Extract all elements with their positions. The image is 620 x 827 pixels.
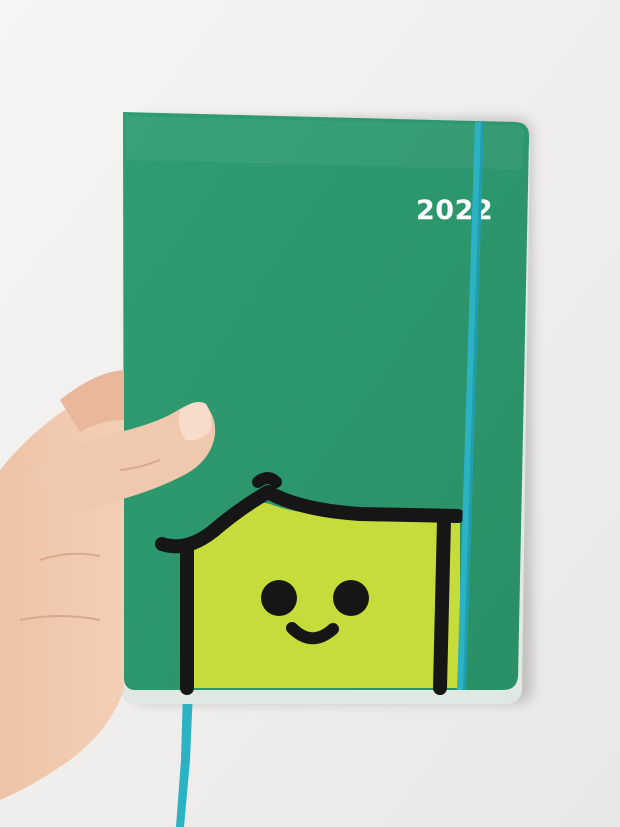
hand-thumbnail [178, 402, 212, 441]
character-right-eye [333, 580, 369, 616]
year-label: 2022 [416, 195, 493, 226]
character-left-eye [261, 580, 297, 616]
character-head [186, 502, 460, 688]
character-outline-right [433, 513, 451, 695]
photo-scene: 2022 [0, 0, 620, 827]
character-hair-tuft [252, 472, 282, 488]
